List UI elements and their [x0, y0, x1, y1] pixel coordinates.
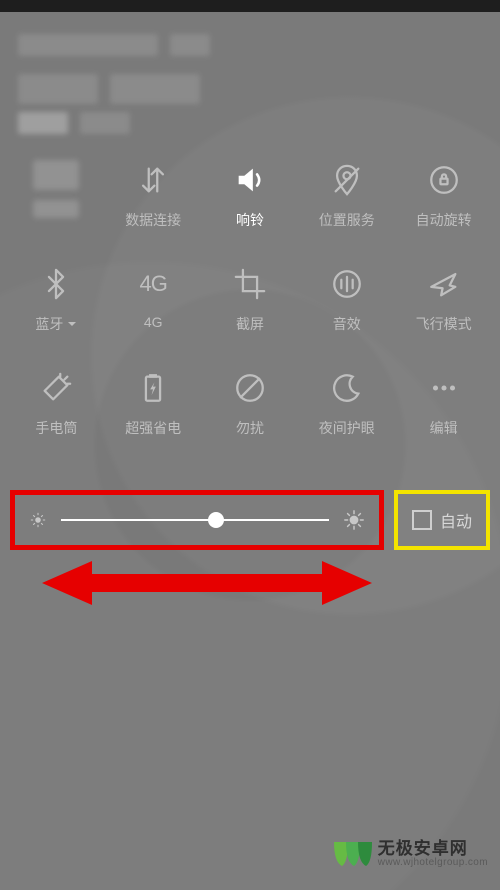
blur-block	[18, 34, 158, 56]
tile-4g[interactable]: 4G 4G	[105, 264, 202, 334]
chevron-down-icon	[67, 316, 77, 332]
watermark: 无极安卓网 www.wjhotelgroup.com	[328, 832, 488, 876]
tile-label: 勿扰	[236, 418, 264, 438]
tile-label: 手电筒	[35, 418, 77, 438]
fourg-icon: 4G	[133, 264, 173, 304]
status-bar	[0, 0, 500, 12]
tile-label: 夜间护眼	[319, 418, 375, 438]
tile-label: 4G	[144, 314, 163, 330]
lock-rotate-icon	[424, 160, 464, 200]
tile-edit[interactable]: 编辑	[395, 368, 492, 438]
location-off-icon	[327, 160, 367, 200]
airplane-icon	[424, 264, 464, 304]
tile-flashlight[interactable]: 手电筒	[8, 368, 105, 438]
tile-label: 编辑	[430, 418, 458, 438]
tile-screenshot[interactable]: 截屏	[202, 264, 299, 334]
dnd-icon	[230, 368, 270, 408]
tile-label: 蓝牙	[35, 314, 77, 334]
blur-block	[18, 112, 68, 134]
tile-auto-rotate[interactable]: 自动旋转	[395, 160, 492, 230]
brightness-slider-thumb[interactable]	[208, 512, 224, 528]
speaker-icon	[230, 160, 270, 200]
brightness-slider-highlight	[10, 490, 384, 550]
tile-do-not-disturb[interactable]: 勿扰	[202, 368, 299, 438]
data-arrows-icon	[133, 160, 173, 200]
brightness-high-icon	[343, 509, 365, 531]
bluetooth-icon	[36, 264, 76, 304]
flashlight-icon	[36, 368, 76, 408]
fourg-icon-text: 4G	[140, 271, 167, 297]
tile-label: 响铃	[236, 210, 264, 230]
checkbox-icon	[412, 510, 432, 530]
watermark-url: www.wjhotelgroup.com	[378, 858, 488, 869]
tile-sound-effect[interactable]: 音效	[298, 264, 395, 334]
tile-label: 自动旋转	[416, 210, 472, 230]
tile-ringer[interactable]: 响铃	[202, 160, 299, 230]
more-dots-icon	[424, 368, 464, 408]
watermark-cn: 无极安卓网	[378, 840, 488, 858]
blur-block	[18, 74, 98, 104]
tile-night-mode[interactable]: 夜间护眼	[298, 368, 395, 438]
blur-block	[80, 112, 130, 134]
watermark-text: 无极安卓网 www.wjhotelgroup.com	[378, 840, 488, 868]
bluetooth-label-text: 蓝牙	[35, 314, 63, 334]
brightness-slider[interactable]	[61, 519, 329, 521]
tile-label: 位置服务	[319, 210, 375, 230]
tile-wifi[interactable]	[8, 160, 105, 230]
quick-settings-grid: 数据连接 响铃 位置服务 自动旋转	[0, 150, 500, 438]
tile-label: 飞行模式	[416, 314, 472, 334]
auto-brightness-toggle[interactable]: 自动	[394, 490, 490, 550]
annotation-double-arrow	[42, 558, 372, 608]
tile-label: 截屏	[236, 314, 264, 334]
blur-block	[110, 74, 200, 104]
tile-label: 数据连接	[125, 210, 181, 230]
battery-bolt-icon	[133, 368, 173, 408]
brightness-row: 自动	[10, 490, 490, 550]
watermark-logo-icon	[328, 832, 372, 876]
auto-brightness-label: 自动	[440, 508, 472, 532]
moon-icon	[327, 368, 367, 408]
wifi-icon	[33, 160, 79, 190]
tile-airplane[interactable]: 飞行模式	[395, 264, 492, 334]
tile-label: 超强省电	[125, 418, 181, 438]
tile-location[interactable]: 位置服务	[298, 160, 395, 230]
tile-label	[33, 200, 79, 218]
blur-block	[170, 34, 210, 56]
tile-mobile-data[interactable]: 数据连接	[105, 160, 202, 230]
notification-header-blurred	[0, 12, 500, 142]
equalizer-icon	[327, 264, 367, 304]
tile-ultra-power-save[interactable]: 超强省电	[105, 368, 202, 438]
tile-bluetooth[interactable]: 蓝牙	[8, 264, 105, 334]
crop-icon	[230, 264, 270, 304]
tile-label: 音效	[333, 314, 361, 334]
brightness-low-icon	[29, 511, 47, 529]
